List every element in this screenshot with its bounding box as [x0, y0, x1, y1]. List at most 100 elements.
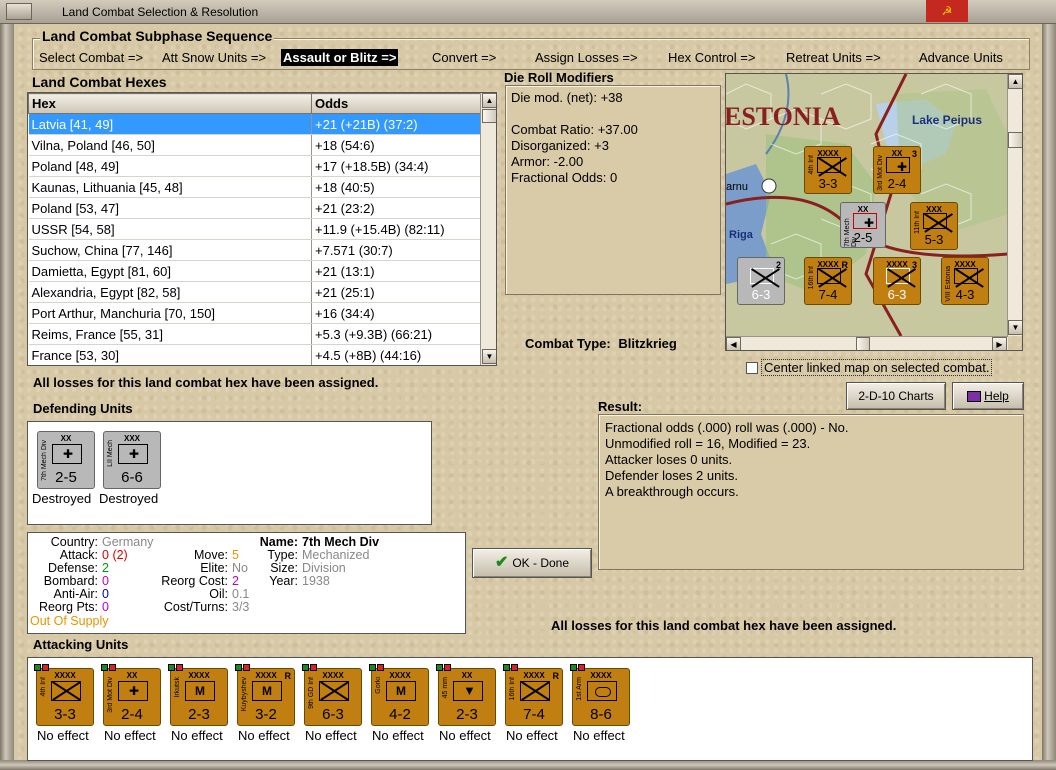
map-counter-selected[interactable]: XX 7th Mech Div 2-5 [840, 202, 886, 248]
unit-marker-green [168, 664, 175, 671]
hex-name: Reims, France [55, 31] [28, 323, 312, 345]
unit-marker-red [310, 664, 317, 671]
unit-reorg-pts: 0 [102, 600, 109, 614]
map-hscroll-thumb[interactable] [856, 337, 870, 350]
hex-name: Poland [53, 47] [28, 197, 312, 219]
map-scroll-right[interactable]: ▶ [992, 337, 1007, 350]
hex-odds: +18 (54:6) [311, 134, 481, 156]
checkmark-icon: ✔ [494, 554, 509, 571]
map-scroll-down[interactable]: ▼ [1008, 320, 1022, 335]
phase-advance[interactable]: Advance Units [919, 50, 1003, 65]
combat-type-label: Combat Type: [525, 336, 611, 351]
attackers-panel: XXXX4th Inf3-3 No effect XX3rd Mot Div2-4 N… [27, 657, 1033, 761]
unit-marker-red [176, 664, 183, 671]
map-vscroll-thumb[interactable] [1008, 132, 1022, 148]
hex-odds: +4.5 (+8B) (44:16) [311, 344, 481, 365]
map-label-estonia: ESTONIA [725, 102, 841, 131]
unit-marker-red [444, 664, 451, 671]
modifier-net: Die mod. (net): +38 [511, 90, 623, 105]
map-counter[interactable]: XX 3rd Mot Div 3 2-4 [873, 146, 921, 194]
phase-convert[interactable]: Convert => [432, 50, 496, 65]
map-scroll-up[interactable]: ▲ [1008, 74, 1022, 89]
attacker-unit[interactable]: XXXX 1st Arm 8-6 [570, 664, 630, 726]
attacker-unit[interactable]: XXXX 9th GD Inf 6-3 [302, 664, 362, 726]
hex-row[interactable]: Alexandria, Egypt [82, 58] +21 (25:1) [28, 281, 481, 303]
phase-select-combat[interactable]: Select Combat => [39, 50, 143, 65]
help-button[interactable]: Help [952, 382, 1024, 410]
unit-marker-green [235, 664, 242, 671]
hex-odds: +21 (23:2) [311, 197, 481, 219]
unit-marker-green [302, 664, 309, 671]
hex-row[interactable]: Latvia [41, 49] +21 (+21B) (37:2) [28, 113, 481, 135]
hexes-rows: Latvia [41, 49] +21 (+21B) (37:2) Vilna, P… [28, 113, 481, 365]
map-vscroll[interactable]: ▲ ▼ [1007, 74, 1022, 336]
center-map-checkbox[interactable] [746, 362, 758, 374]
map-counter[interactable]: 2 6-3 [737, 257, 785, 305]
charts-button[interactable]: 2-D-10 Charts [846, 382, 946, 410]
hex-name: France [53, 30] [28, 344, 312, 365]
modifier-armor: Armor: -2.00 [511, 154, 584, 169]
attacker-unit[interactable]: XXXX 16th Inf R 7-4 [503, 664, 563, 726]
attacker-unit[interactable]: XX45 mm2-3 [436, 664, 496, 726]
phase-hex-control[interactable]: Hex Control => [668, 50, 755, 65]
col-hex-header[interactable]: Hex [28, 93, 312, 114]
close-button[interactable]: ☭ [926, 0, 968, 22]
map-counter[interactable]: XXXX 4th Inf 3-3 [804, 146, 852, 194]
map-hscroll[interactable]: ◀ ▶ [726, 336, 1008, 350]
center-map-label[interactable]: Center linked map on selected combat. [761, 359, 993, 376]
hex-row[interactable]: USSR [54, 58] +11.9 (+15.4B) (82:11) [28, 218, 481, 240]
hex-row[interactable]: Port Arthur, Manchuria [70, 150] +16 (34:… [28, 302, 481, 324]
map-scroll-left[interactable]: ◀ [726, 337, 741, 350]
ok-done-button[interactable]: ✔ OK - Done [472, 548, 592, 578]
map-counter[interactable]: XXXX 16th Inf R 7-4 [804, 257, 852, 305]
hex-row[interactable]: Vilna, Poland [46, 50] +18 (54:6) [28, 134, 481, 156]
phase-retreat[interactable]: Retreat Units => [786, 50, 881, 65]
system-menu-button[interactable] [6, 3, 32, 20]
hex-row[interactable]: Damietta, Egypt [81, 60] +21 (13:1) [28, 260, 481, 282]
attacker-status: No effect [372, 728, 424, 743]
window-title: Land Combat Selection & Resolution [62, 5, 259, 19]
unit-type-symbol [453, 681, 483, 701]
map-counter[interactable]: XXXX 3 6-3 [873, 257, 921, 305]
unit-type-symbol [185, 681, 215, 701]
phase-assault-blitz[interactable]: Assault or Blitz => [281, 49, 399, 66]
unit-info-panel: Country: Germany Attack: 0 (2) Defense: … [27, 532, 466, 634]
hex-row[interactable]: Kaunas, Lithuania [45, 48] +18 (40:5) [28, 176, 481, 198]
scroll-thumb[interactable] [482, 109, 496, 123]
attacker-unit[interactable]: XXXXKuybyshevR3-2 [235, 664, 295, 726]
hex-row[interactable]: France [53, 30] +4.5 (+8B) (44:16) [28, 344, 481, 365]
hex-name: Damietta, Egypt [81, 60] [28, 260, 312, 282]
attacker-unit[interactable]: XXXX 4th Inf 3-3 [34, 664, 94, 726]
attacker-unit[interactable]: XXXXIrkutsk2-3 [168, 664, 228, 726]
unit-marker-red [243, 664, 250, 671]
hex-odds: +21 (13:1) [311, 260, 481, 282]
modifiers-header: Die Roll Modifiers [504, 70, 614, 85]
phase-assign-losses[interactable]: Assign Losses => [535, 50, 638, 65]
hex-odds: +7.571 (30:7) [311, 239, 481, 261]
hex-row[interactable]: Reims, France [55, 31] +5.3 (+9.3B) (66:2… [28, 323, 481, 345]
defender-unit[interactable]: XXX LII Mech 6-6 [103, 431, 161, 489]
defender-unit[interactable]: XX 7th Mech Div 2-5 [37, 431, 95, 489]
linked-map[interactable]: ESTONIA Lake Peipus arnu Riga XXXX 4th I… [725, 73, 1023, 351]
scroll-down-button[interactable]: ▼ [482, 349, 496, 364]
unit-type-symbol [386, 681, 416, 701]
hex-name: Alexandria, Egypt [82, 58] [28, 281, 312, 303]
col-odds-header[interactable]: Odds [311, 93, 481, 114]
combat-type: Combat Type: Blitzkrieg [525, 336, 677, 351]
map-counter[interactable]: XXX 11th Inf 5-3 [910, 202, 958, 250]
attacker-unit[interactable]: XXXXGorki4-2 [369, 664, 429, 726]
map-label-lake-peipus: Lake Peipus [912, 113, 983, 127]
defenders-header: Defending Units [33, 401, 133, 416]
hex-row[interactable]: Poland [48, 49] +17 (+18.5B) (34:4) [28, 155, 481, 177]
phase-att-snow[interactable]: Att Snow Units => [162, 50, 266, 65]
hex-row[interactable]: Suchow, China [77, 146] +7.571 (30:7) [28, 239, 481, 261]
attackers-header: Attacking Units [33, 637, 129, 652]
hex-row[interactable]: Poland [53, 47] +21 (23:2) [28, 197, 481, 219]
losses-message-bottom: All losses for this land combat hex have… [551, 618, 897, 633]
defender-status: Destroyed [32, 491, 92, 506]
unit-type-symbol [319, 681, 349, 701]
hexes-scrollbar[interactable]: ▲ ▼ [480, 93, 496, 365]
scroll-up-button[interactable]: ▲ [482, 93, 496, 108]
map-counter[interactable]: XXXX VIII Estonia 4-3 [941, 257, 989, 305]
attacker-unit[interactable]: XX3rd Mot Div2-4 [101, 664, 161, 726]
